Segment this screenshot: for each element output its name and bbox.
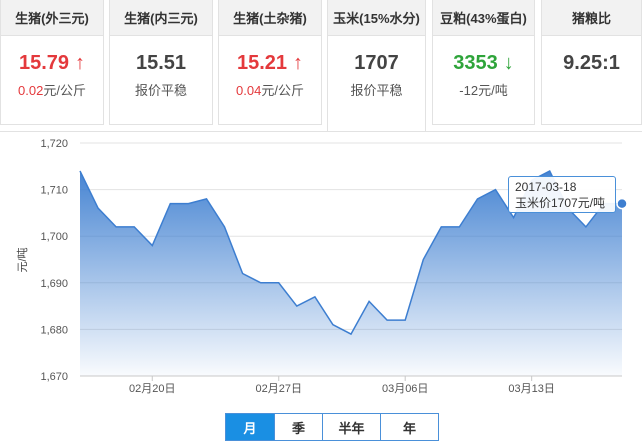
tooltip-value: 玉米价1707元/吨	[515, 196, 606, 210]
y-tick-label: 1,680	[40, 324, 68, 336]
y-axis-label: 元/吨	[16, 247, 29, 272]
y-tick-label: 1,700	[40, 231, 68, 243]
price-chart[interactable]: 1,670 1,680 1,690 1,700 1,710 1,720 元/吨 02月20日 0…	[0, 0, 642, 442]
tab-quarter[interactable]: 季	[274, 414, 322, 440]
tab-half-year[interactable]: 半年	[322, 414, 380, 440]
y-tick-label: 1,690	[40, 278, 68, 290]
y-tick-label: 1,670	[40, 371, 68, 383]
chart-tooltip: 2017-03-18 玉米价1707元/吨	[508, 176, 616, 213]
x-tick-label: 02月27日	[255, 383, 301, 395]
period-tabs: 月 季 半年 年	[225, 413, 439, 441]
x-tick-label: 03月06日	[382, 383, 428, 395]
x-tick-label: 02月20日	[129, 383, 175, 395]
x-tick-label: 03月13日	[508, 383, 554, 395]
tooltip-date: 2017-03-18	[515, 180, 577, 194]
y-tick-label: 1,710	[40, 185, 68, 197]
tab-year[interactable]: 年	[380, 414, 438, 440]
y-tick-label: 1,720	[40, 138, 68, 150]
highlighted-point	[616, 197, 628, 210]
tab-month[interactable]: 月	[226, 414, 274, 440]
